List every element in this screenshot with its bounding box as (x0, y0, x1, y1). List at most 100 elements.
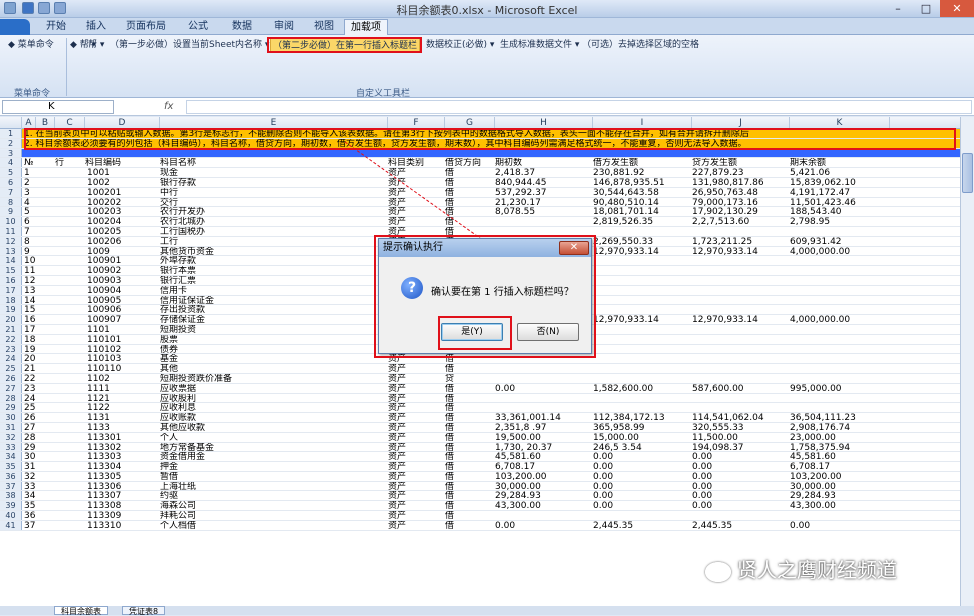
table-cell[interactable]: 2,269,550.33 (593, 237, 692, 246)
table-cell[interactable]: 840,944.45 (495, 178, 593, 187)
table-cell[interactable]: 资产 (388, 491, 445, 500)
table-cell[interactable]: 借 (445, 403, 495, 412)
table-row[interactable]: 7 3 100201 中行 资产借 537,292.37 30,544,643.58 26,9… (0, 187, 960, 198)
table-cell[interactable]: 资产 (388, 217, 445, 226)
table-cell[interactable]: 110103 (87, 354, 160, 363)
row-number[interactable]: 26 (0, 373, 22, 383)
table-cell[interactable]: 17 (24, 325, 54, 334)
table-cell[interactable]: 12,970,933.14 (593, 247, 692, 256)
table-cell[interactable]: 17,902,130.29 (692, 207, 790, 216)
table-cell[interactable]: 基金 (160, 354, 388, 363)
table-cell[interactable]: 2,445.35 (593, 521, 692, 530)
table-cell[interactable]: 29 (24, 443, 54, 452)
table-row[interactable]: 37 33 113306 上海壮纸 资产借 30,000.00 0.00 0.00 30,000… (0, 481, 960, 492)
table-cell[interactable]: 个人 (160, 433, 388, 442)
table-cell[interactable]: 36 (24, 511, 54, 520)
table-cell[interactable]: 中行 (160, 188, 388, 197)
minimize-button[interactable]: – (884, 0, 912, 17)
table-row[interactable]: 5 1 1001 现金 资产借 2,418.37 230,881.92 227,879.23 5… (0, 168, 960, 178)
row-number[interactable]: 19 (0, 305, 22, 315)
table-cell[interactable]: 16 (24, 315, 54, 324)
row-number[interactable]: 9 (0, 207, 22, 217)
table-cell[interactable]: 0.00 (593, 462, 692, 471)
table-cell[interactable]: 1,723,211.25 (692, 237, 790, 246)
table-cell[interactable]: 609,931.42 (790, 237, 890, 246)
close-button[interactable]: ✕ (940, 0, 974, 17)
table-cell[interactable]: 2,819,526.35 (593, 217, 692, 226)
table-cell[interactable]: 现金 (160, 168, 388, 177)
function-icon[interactable]: fx (150, 100, 186, 114)
table-cell[interactable]: 29,284.93 (495, 491, 593, 500)
tab-review[interactable]: 审阅 (264, 19, 304, 35)
table-cell[interactable]: 7 (24, 227, 54, 236)
table-cell[interactable]: 14 (24, 296, 54, 305)
table-cell[interactable]: 45,581.60 (790, 452, 890, 461)
table-cell[interactable]: 资产 (388, 521, 445, 530)
generate-data-file-button[interactable]: 生成标准数据文件 ▾ (500, 38, 579, 52)
row-number[interactable]: 36 (0, 471, 22, 481)
table-cell[interactable]: 资产 (388, 482, 445, 491)
table-cell[interactable]: 100202 (87, 198, 160, 207)
table-cell[interactable]: 应收票据 (160, 384, 388, 393)
table-cell[interactable]: 15,839,062.10 (790, 178, 890, 187)
table-row[interactable]: 41 37 113310 个人档借 资产借 0.00 2,445.35 2,445.35 0.0… (0, 520, 960, 531)
sheet-tab-balance[interactable]: 科目余额表 (54, 606, 108, 616)
formula-input[interactable] (186, 100, 972, 114)
table-cell[interactable]: 银行汇票 (160, 276, 388, 285)
table-cell[interactable]: 23 (24, 384, 54, 393)
table-cell[interactable]: 230,881.92 (593, 168, 692, 177)
table-cell[interactable]: 借 (445, 198, 495, 207)
table-cell[interactable]: 3 (24, 188, 54, 197)
table-cell[interactable]: 0.00 (593, 472, 692, 481)
row-number[interactable]: 34 (0, 452, 22, 462)
table-cell[interactable]: 25 (24, 403, 54, 412)
table-cell[interactable]: 100906 (87, 305, 160, 314)
row-number[interactable]: 17 (0, 285, 22, 295)
header-cell[interactable]: 期末余额 (790, 158, 890, 167)
table-cell[interactable]: 112,384,172.13 (593, 413, 692, 422)
table-cell[interactable]: 15,000.00 (593, 433, 692, 442)
table-cell[interactable]: 43,300.00 (790, 501, 890, 510)
table-row[interactable]: 39 35 113308 海森公司 资产借 43,300.00 0.00 0.00 43,300… (0, 501, 960, 512)
table-cell[interactable]: 工行 (160, 237, 388, 246)
table-cell[interactable]: 2,908,176.74 (790, 423, 890, 432)
table-cell[interactable]: 地方常备基金 (160, 443, 388, 452)
table-cell[interactable]: 其他 (160, 364, 388, 373)
table-cell[interactable]: 100907 (87, 315, 160, 324)
table-cell[interactable]: 21,230.17 (495, 198, 593, 207)
row-number[interactable]: 12 (0, 236, 22, 246)
table-cell[interactable]: 100205 (87, 227, 160, 236)
row-number[interactable]: 23 (0, 344, 22, 354)
header-cell[interactable]: 行 (55, 158, 85, 167)
table-cell[interactable]: 短期投资 (160, 325, 388, 334)
table-cell[interactable]: 103,200.00 (790, 472, 890, 481)
table-cell[interactable]: 26 (24, 413, 54, 422)
table-cell[interactable]: 113305 (87, 472, 160, 481)
table-cell[interactable]: 10 (24, 256, 54, 265)
table-cell[interactable]: 1131 (87, 413, 160, 422)
row-number[interactable]: 39 (0, 501, 22, 511)
row-number[interactable]: 21 (0, 324, 22, 334)
table-cell[interactable]: 995,000.00 (790, 384, 890, 393)
table-cell[interactable]: 100204 (87, 217, 160, 226)
row-number[interactable]: 41 (0, 520, 22, 530)
table-cell[interactable]: 188,543.40 (790, 207, 890, 216)
row-number[interactable]: 11 (0, 226, 22, 236)
remove-spaces-button[interactable]: （可选）去掉选择区域的空格 (582, 38, 699, 52)
table-cell[interactable]: 借 (445, 521, 495, 530)
header-row[interactable]: 4 № 行科目编码 科目名称 科目类别 借贷方向 期初数 借方发生额 贷方发生额 期末余额 (0, 158, 960, 169)
table-cell[interactable]: 110102 (87, 345, 160, 354)
table-row[interactable]: 28 24 1121 应收股利 资产借 (0, 393, 960, 404)
tab-addins[interactable]: 加载项 (344, 19, 388, 35)
row-number[interactable]: 28 (0, 393, 22, 403)
row-number[interactable]: 5 (0, 168, 22, 178)
table-cell[interactable]: 借 (445, 178, 495, 187)
table-cell[interactable]: 1001 (87, 168, 160, 177)
table-row[interactable]: 30 26 1131 应收账款 资产借 33,361,001.14 112,384,172.… (0, 413, 960, 423)
row-number[interactable]: 24 (0, 354, 22, 364)
table-cell[interactable]: 资产 (388, 207, 445, 216)
step1-set-sheet-name-button[interactable]: （第一步必做）设置当前Sheet内名称 ▾ (110, 38, 269, 52)
table-cell[interactable]: 36,504,111.23 (790, 413, 890, 422)
table-cell[interactable]: 1133 (87, 423, 160, 432)
row-number[interactable]: 22 (0, 334, 22, 344)
